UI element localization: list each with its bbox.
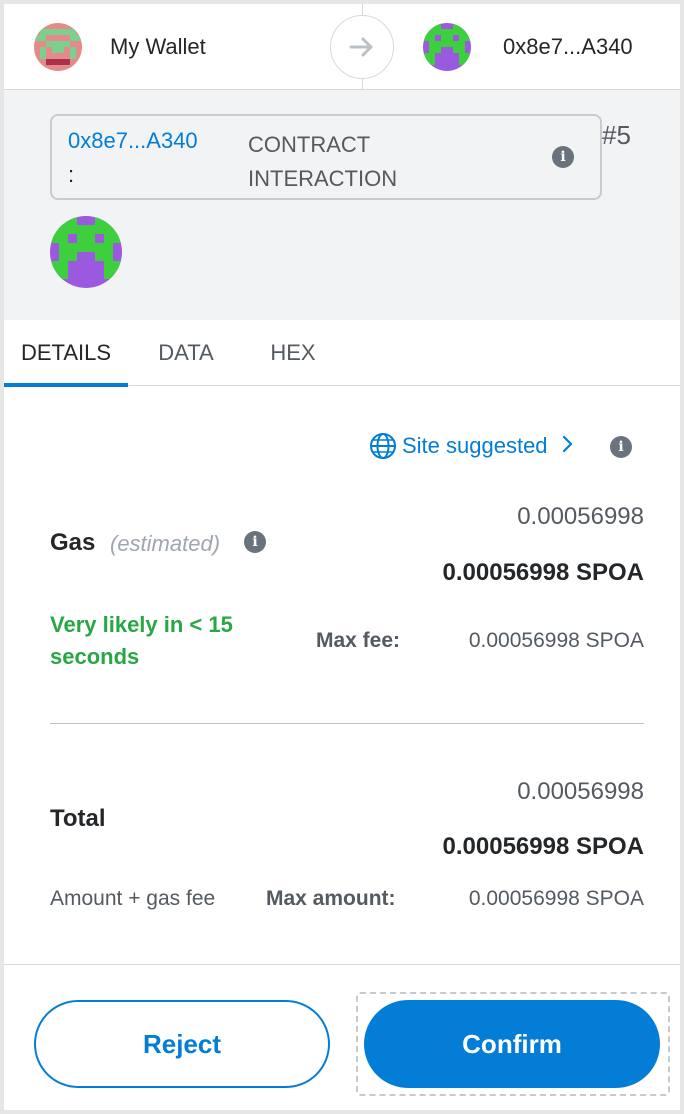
tab-details[interactable]: DETAILS: [4, 320, 128, 387]
chevron-right-icon: [562, 433, 574, 459]
contract-interaction-label: CONTRACT INTERACTION: [248, 132, 398, 191]
from-account[interactable]: My Wallet: [4, 4, 362, 90]
to-account[interactable]: 0x8e7...A340: [362, 4, 680, 90]
total-label: Total: [50, 805, 106, 832]
tab-data[interactable]: DATA: [136, 320, 236, 386]
gas-fee-secondary: 0.00056998: [517, 503, 644, 530]
contract-avatar: [50, 216, 122, 288]
contract-interaction-box[interactable]: 0x8e7...A340 : CONTRACT INTERACTION i: [50, 114, 602, 200]
info-icon[interactable]: i: [552, 146, 574, 168]
max-fee-label: Max fee:: [316, 629, 401, 652]
footer-actions: Reject Confirm: [4, 966, 680, 1110]
arrow-right-icon: [330, 15, 394, 79]
to-account-avatar: [423, 23, 471, 71]
from-account-avatar: [34, 23, 82, 71]
gas-timing-estimate: Very likely in < 15 seconds: [50, 612, 233, 669]
amount-gas-fee-label: Amount + gas fee: [50, 887, 216, 910]
gas-label: Gas: [50, 529, 96, 556]
total-secondary: 0.00056998: [517, 778, 644, 805]
site-suggested-label: Site suggested: [402, 433, 548, 458]
nonce-label: #5: [602, 120, 631, 150]
max-fee-value: 0.00056998 SPOA: [468, 629, 644, 652]
contract-address-link[interactable]: 0x8e7...A340: [68, 128, 198, 154]
max-amount-label: Max amount:: [266, 887, 396, 910]
tab-bar: DETAILS DATA HEX: [4, 320, 680, 387]
gas-estimated-label: (estimated): [110, 531, 221, 556]
confirm-button[interactable]: Confirm: [364, 1000, 660, 1088]
account-header: My Wallet 0x8e7...A340: [4, 4, 680, 90]
tab-hex[interactable]: HEX: [248, 320, 338, 386]
contract-address-colon: :: [68, 162, 75, 187]
to-account-address: 0x8e7...A340: [503, 34, 633, 59]
info-icon[interactable]: i: [244, 531, 266, 553]
transaction-summary: 0x8e7...A340 : CONTRACT INTERACTION i #5: [4, 90, 680, 320]
gas-fee-primary: 0.00056998 SPOA: [442, 559, 644, 586]
reject-button[interactable]: Reject: [34, 1000, 330, 1088]
max-amount-value: 0.00056998 SPOA: [468, 887, 644, 910]
total-primary: 0.00056998 SPOA: [442, 833, 644, 860]
from-account-name: My Wallet: [110, 34, 206, 59]
divider: [50, 723, 644, 724]
details-panel: Site suggested i Gas (estimated) i 0.000…: [4, 387, 680, 965]
site-suggested-link[interactable]: Site suggested: [368, 431, 574, 461]
globe-icon: [368, 431, 398, 461]
info-icon[interactable]: i: [610, 436, 632, 458]
